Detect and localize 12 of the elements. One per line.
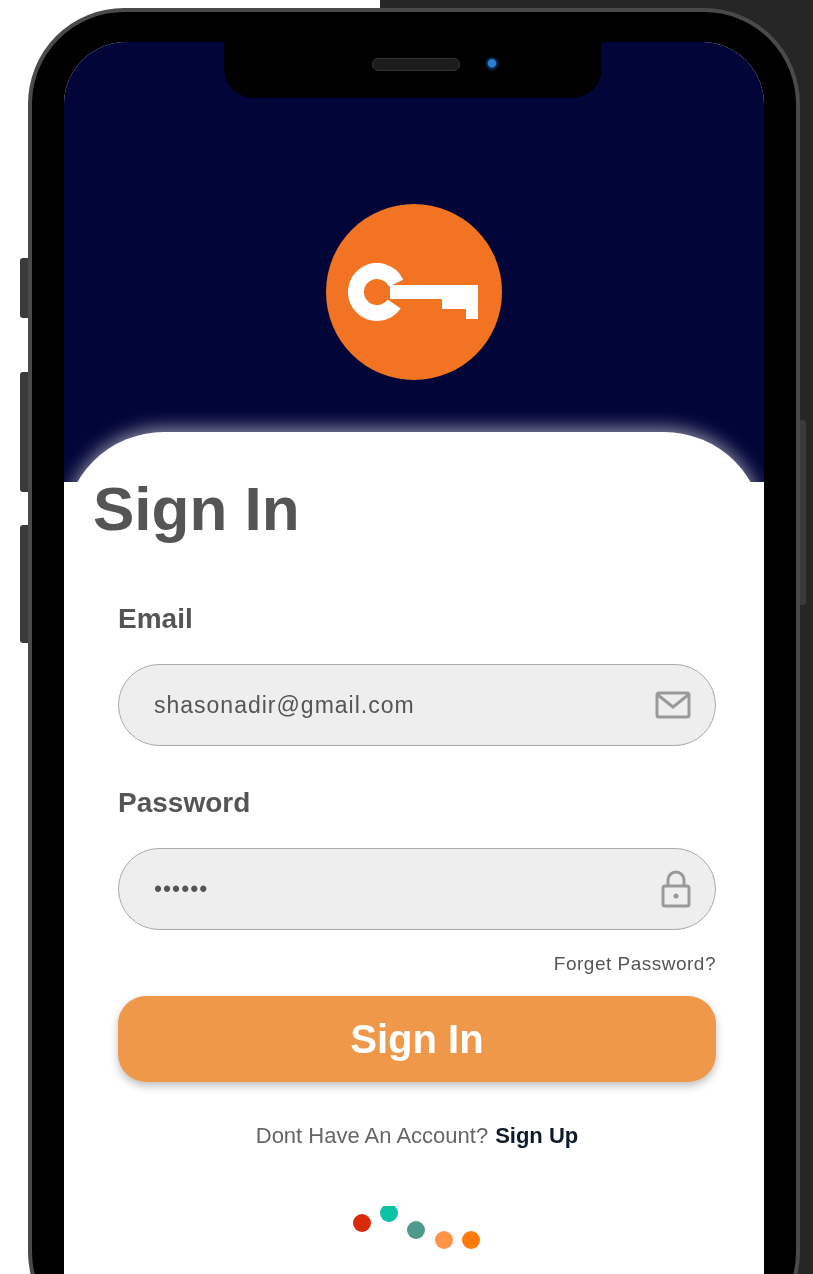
forgot-password-link[interactable]: Forget Password? — [553, 952, 716, 976]
sign-up-link[interactable]: Sign Up — [495, 1122, 579, 1150]
envelope-icon — [655, 691, 691, 719]
lock-icon — [661, 870, 691, 908]
email-field[interactable]: shasonadir@gmail.com — [118, 664, 716, 746]
signup-prompt: Dont Have An Account? — [255, 1122, 489, 1150]
field-label: Email — [118, 602, 194, 636]
field-label: Password — [118, 786, 252, 820]
password-field[interactable]: •••••• — [118, 848, 716, 930]
masked-password: •••••• — [154, 875, 209, 903]
camera-lens — [485, 57, 499, 71]
email-value: shasonadir@gmail.com — [154, 691, 415, 719]
